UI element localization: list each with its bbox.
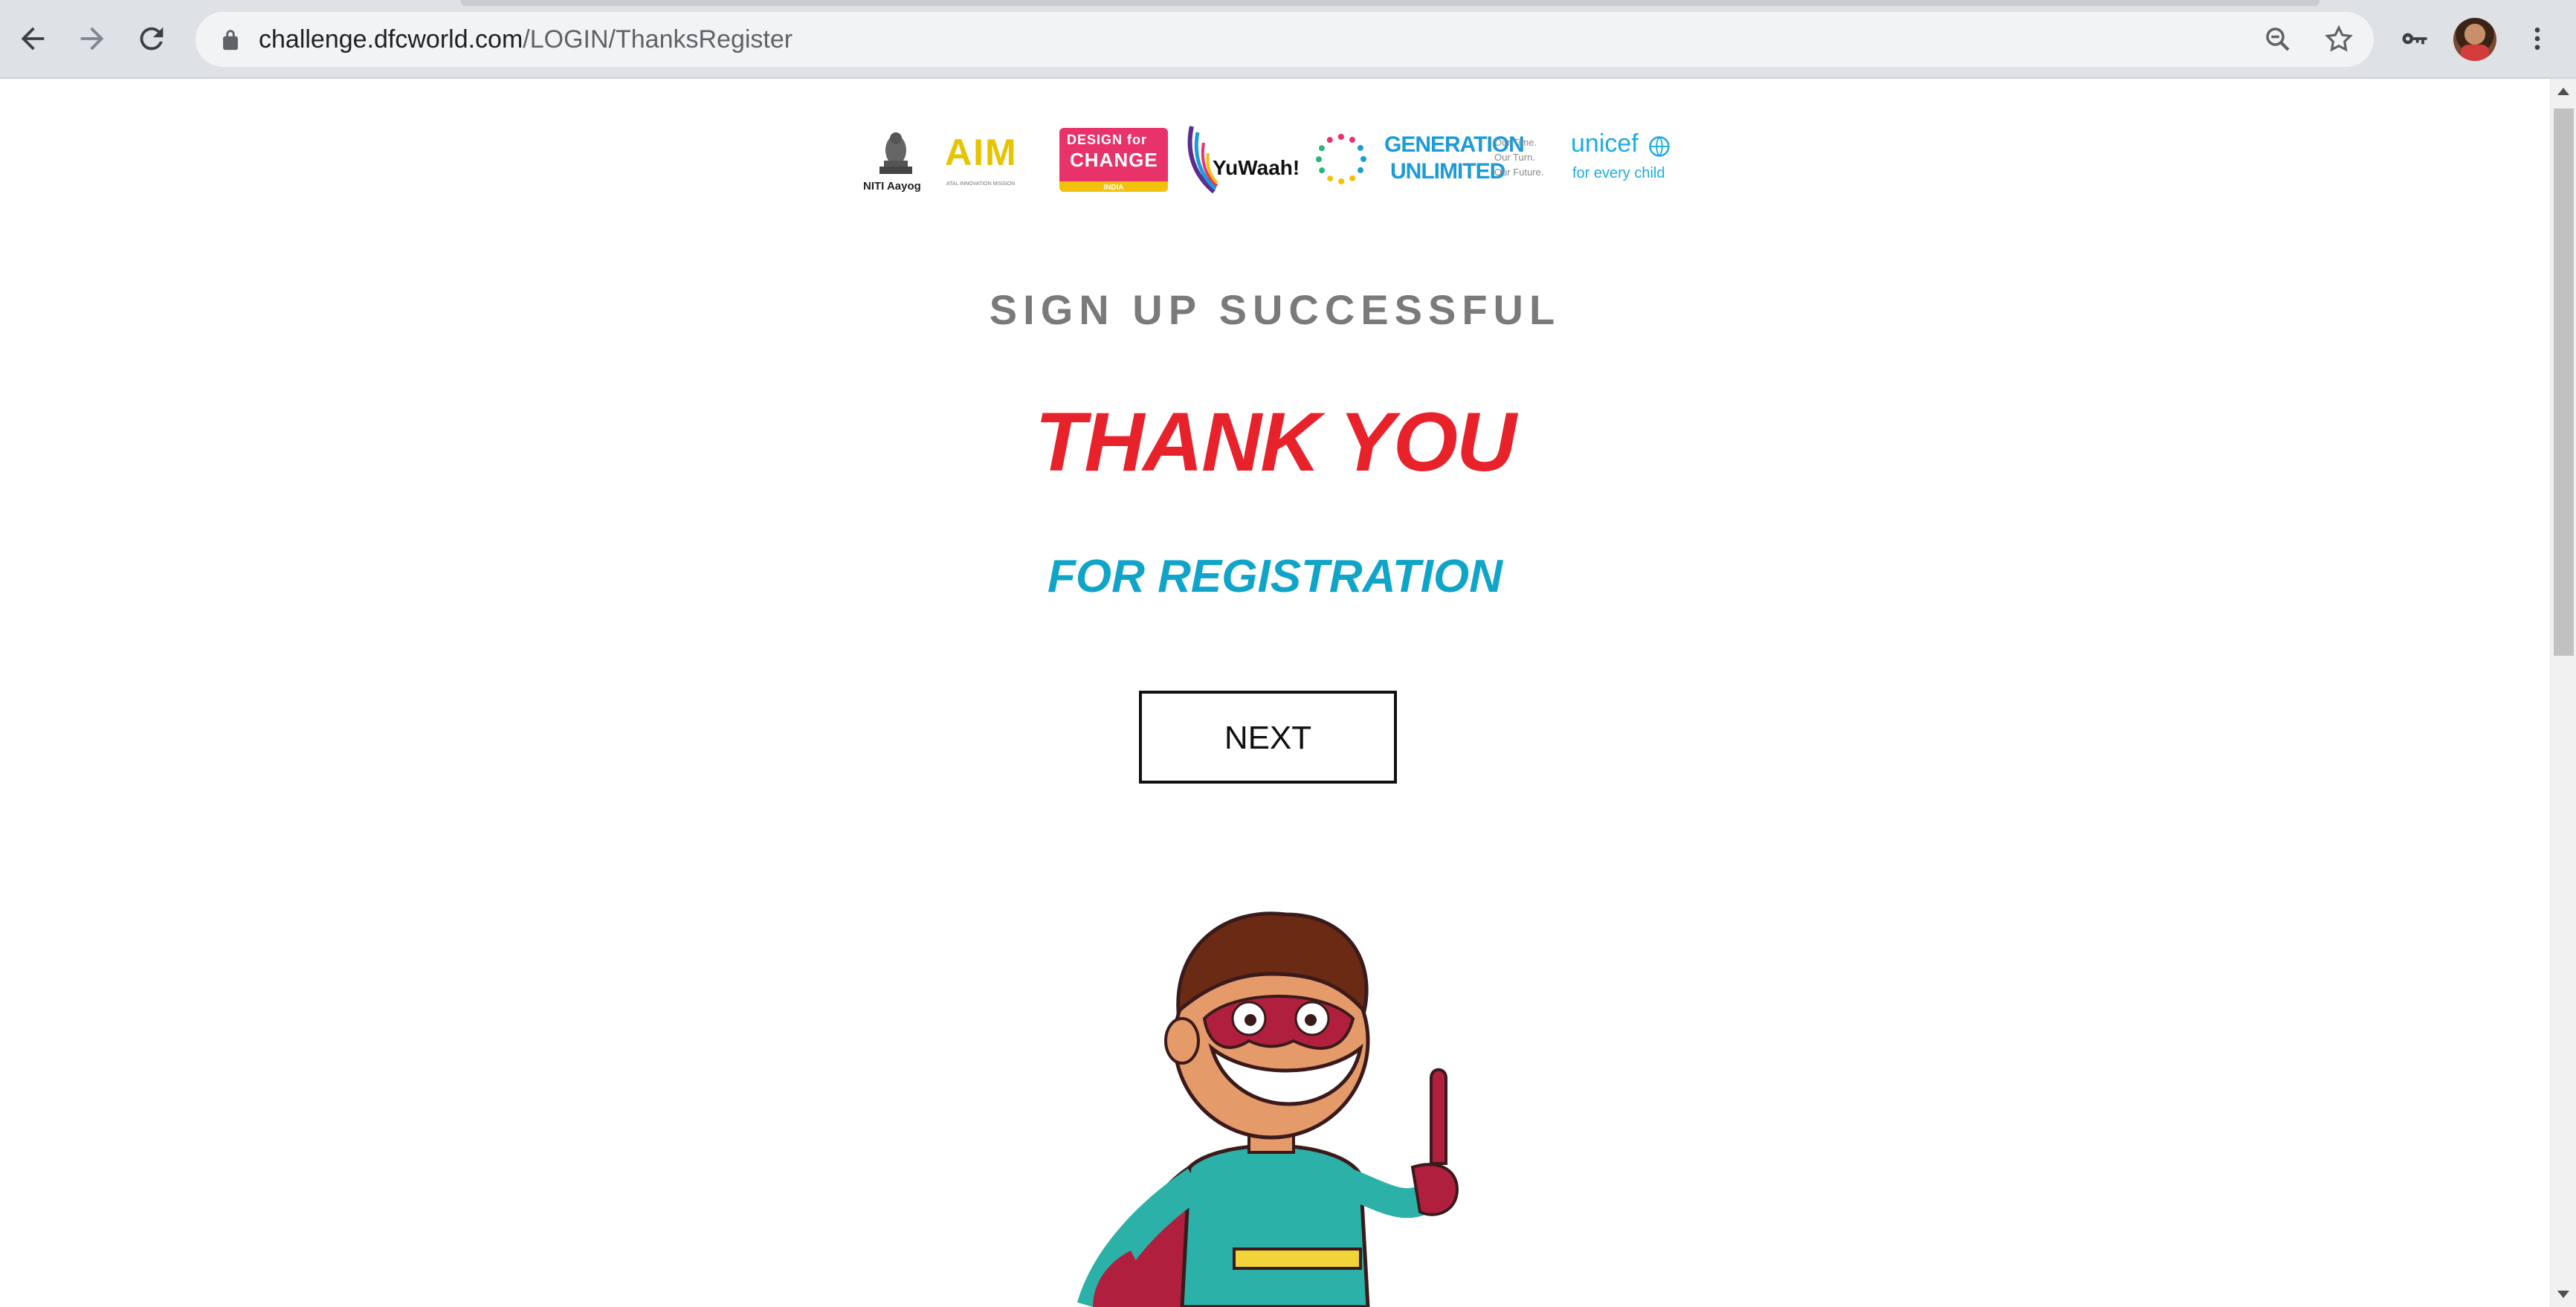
thank-you-heading: THANK YOU <box>1035 396 1517 488</box>
gen-line2: UNLIMITED <box>1390 159 1505 184</box>
national-emblem-icon <box>879 132 912 174</box>
globe-icon <box>1649 136 1670 157</box>
arrow-left-icon <box>21 27 45 51</box>
dfc-line3: INDIA <box>1103 184 1124 192</box>
unicef-logo: unicef for every child <box>1571 129 1675 196</box>
forward-button[interactable] <box>70 16 114 61</box>
address-bar[interactable]: challenge.dfcworld.com/LOGIN/ThanksRegis… <box>196 12 2374 67</box>
unicef-wordmark: unicef <box>1571 129 1639 158</box>
bookmark-star-icon[interactable] <box>2323 24 2354 55</box>
unicef-tagline: for every child <box>1572 165 1665 181</box>
aim-subtitle: ATAL INNOVATION MISSION <box>946 181 1016 187</box>
aim-logo: AIM ATAL INNOVATION MISSION <box>940 131 1037 194</box>
partner-logo-strip: NITI Aayog AIM ATAL INNOVATION MISSION D… <box>863 123 1670 198</box>
gen-tagline-line: Our Future. <box>1494 167 1544 178</box>
next-button[interactable]: NEXT <box>1139 691 1397 784</box>
dfc-line2: CHANGE <box>1070 149 1158 171</box>
scroll-up-icon[interactable] <box>2557 88 2569 95</box>
reload-button[interactable] <box>129 16 174 61</box>
niti-aayog-logo: NITI Aayog <box>863 128 933 196</box>
password-key-button[interactable] <box>2394 18 2435 59</box>
gen-ring-icon <box>1316 134 1366 184</box>
zoom-icon[interactable] <box>2262 24 2293 55</box>
design-for-change-logo: DESIGN for CHANGE INDIA <box>1059 128 1168 192</box>
browser-toolbar: challenge.dfcworld.com/LOGIN/ThanksRegis… <box>0 0 2576 79</box>
more-vert-icon <box>2534 28 2540 50</box>
gen-tagline: Our Time. Our Turn. Our Future. <box>1494 135 1543 180</box>
reload-icon <box>140 27 164 51</box>
scrollbar-thumb[interactable] <box>2554 109 2574 656</box>
gen-tagline-line: Our Turn. <box>1494 152 1535 163</box>
yuwaah-wordmark: YuWaah! <box>1213 156 1300 179</box>
tab-strip <box>461 0 2320 6</box>
profile-avatar[interactable] <box>2453 18 2496 61</box>
signup-status-heading: SIGN UP SUCCESSFUL <box>989 286 1561 333</box>
yuwaah-logo: YuWaah! <box>1184 123 1303 198</box>
menu-button[interactable] <box>2517 18 2558 59</box>
vertical-scrollbar[interactable] <box>2550 79 2576 1307</box>
url-text: challenge.dfcworld.com/LOGIN/ThanksRegis… <box>259 12 793 67</box>
lock-icon <box>223 30 238 51</box>
url-path: /LOGIN/ThanksRegister <box>523 25 793 54</box>
back-button[interactable] <box>10 16 55 61</box>
superhero-illustration <box>1076 911 1459 1307</box>
key-icon <box>2402 33 2427 45</box>
gen-tagline-line: Our Time. <box>1494 137 1537 148</box>
scroll-down-icon[interactable] <box>2557 1291 2569 1298</box>
aim-wordmark: AIM <box>945 132 1018 173</box>
dfc-line1: DESIGN for <box>1067 132 1148 147</box>
arrow-right-icon <box>80 27 104 51</box>
registration-subheading: FOR REGISTRATION <box>1047 551 1502 602</box>
emblem-caption: NITI Aayog <box>863 180 921 193</box>
url-host: challenge.dfcworld.com <box>259 25 523 54</box>
generation-unlimited-logo: GENERATION UNLIMITED Our Time. Our Turn.… <box>1316 126 1561 195</box>
